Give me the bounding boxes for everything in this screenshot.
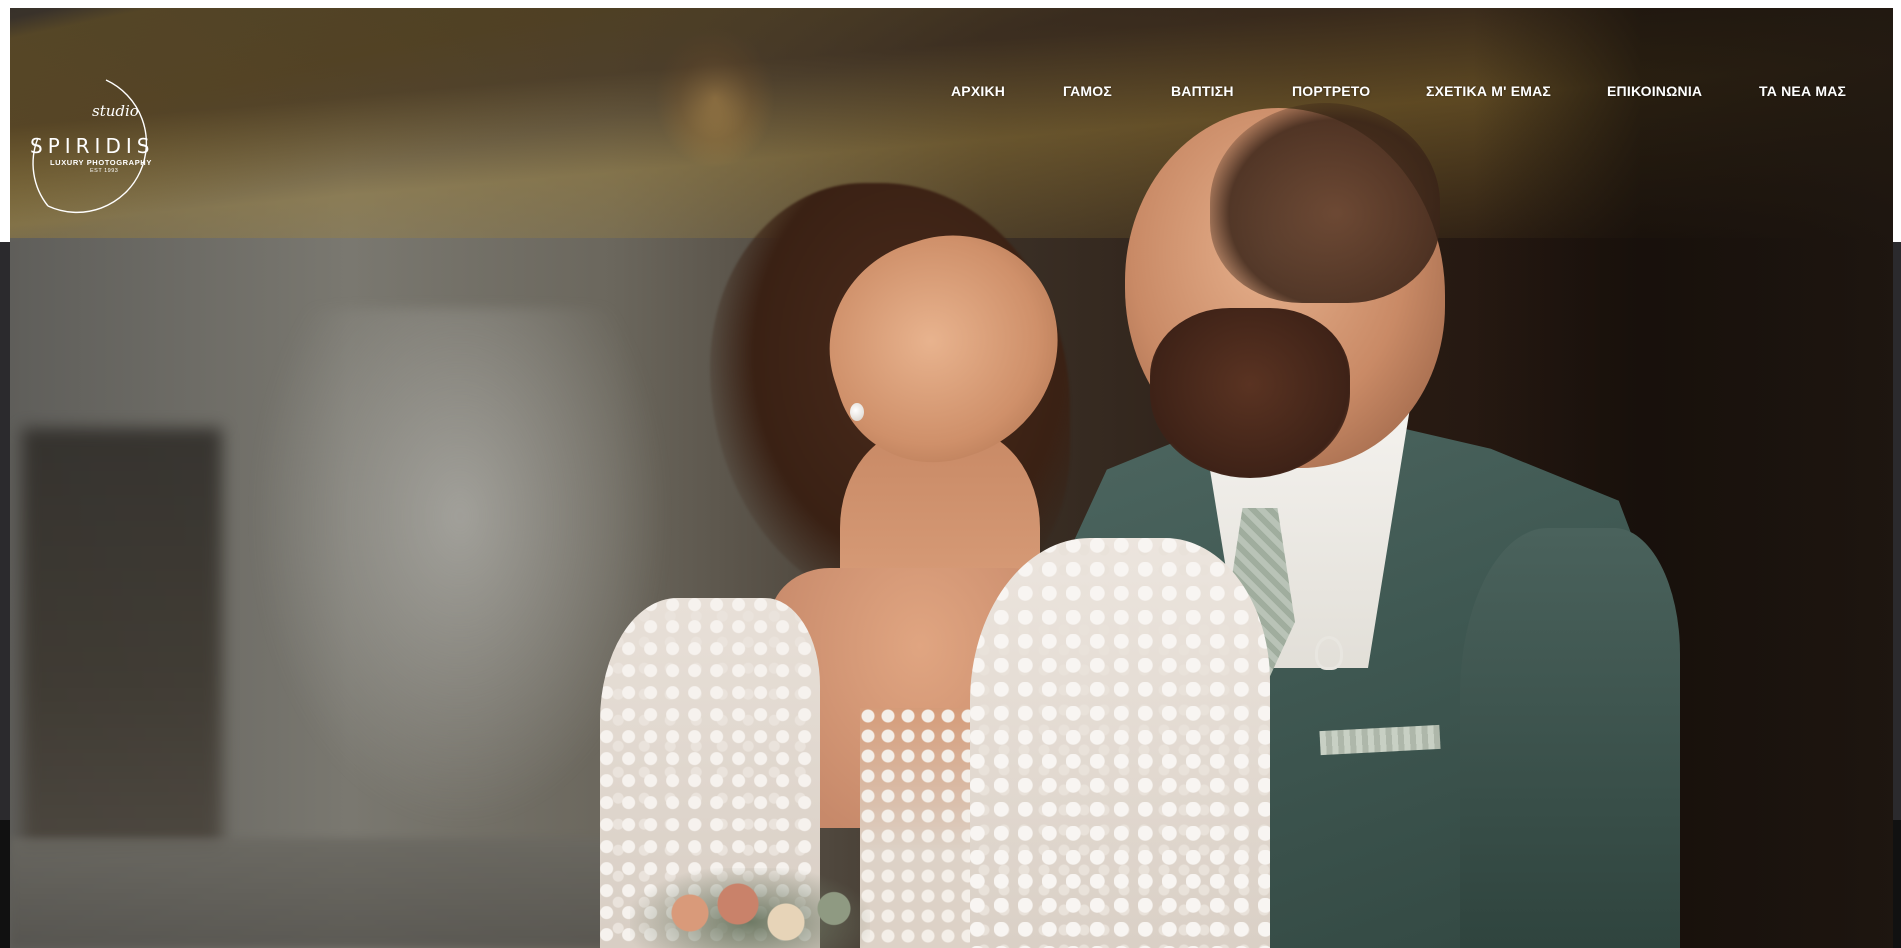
groom-hair <box>1210 103 1440 303</box>
nav-item-wedding[interactable]: ΓΑΜΟΣ <box>1063 83 1112 99</box>
nav-item-home[interactable]: ΑΡΧΙΚΗ <box>951 83 1005 99</box>
logo-established: EST 1993 <box>90 168 119 174</box>
nav-item-news[interactable]: ΤΑ ΝΕΑ ΜΑΣ <box>1759 83 1846 99</box>
bride-earring <box>850 403 864 421</box>
groom-lapel-pin <box>1315 636 1343 670</box>
groom-suit-arm <box>1460 528 1680 948</box>
groom-beard <box>1150 308 1350 478</box>
nav-item-about[interactable]: ΣΧΕΤΙΚΑ Μ' ΕΜΑΣ <box>1426 83 1551 99</box>
nav-item-portrait[interactable]: ΠΟΡΤΡΕΤΟ <box>1292 83 1370 99</box>
logo-script-text: studio <box>92 102 139 120</box>
nav-item-baptism[interactable]: ΒΑΠΤΙΣΗ <box>1171 83 1234 99</box>
hero-background-doorway <box>22 428 222 848</box>
hero-image <box>10 8 1893 948</box>
bride-dress-sleeve-right <box>970 538 1270 948</box>
nav-item-contact[interactable]: ΕΠΙΚΟΙΝΩΝΙΑ <box>1607 83 1702 99</box>
logo-brand-text: SPIRIDIS <box>30 134 155 158</box>
page: studio SPIRIDIS LUXURY PHOTOGRAPHY EST 1… <box>0 0 1901 948</box>
main-navigation: ΑΡΧΙΚΗ ΓΑΜΟΣ ΒΑΠΤΙΣΗ ΠΟΡΤΡΕΤΟ ΣΧΕΤΙΚΑ Μ'… <box>0 83 1901 103</box>
logo-tagline: LUXURY PHOTOGRAPHY <box>50 158 152 167</box>
bridal-bouquet <box>630 868 870 948</box>
